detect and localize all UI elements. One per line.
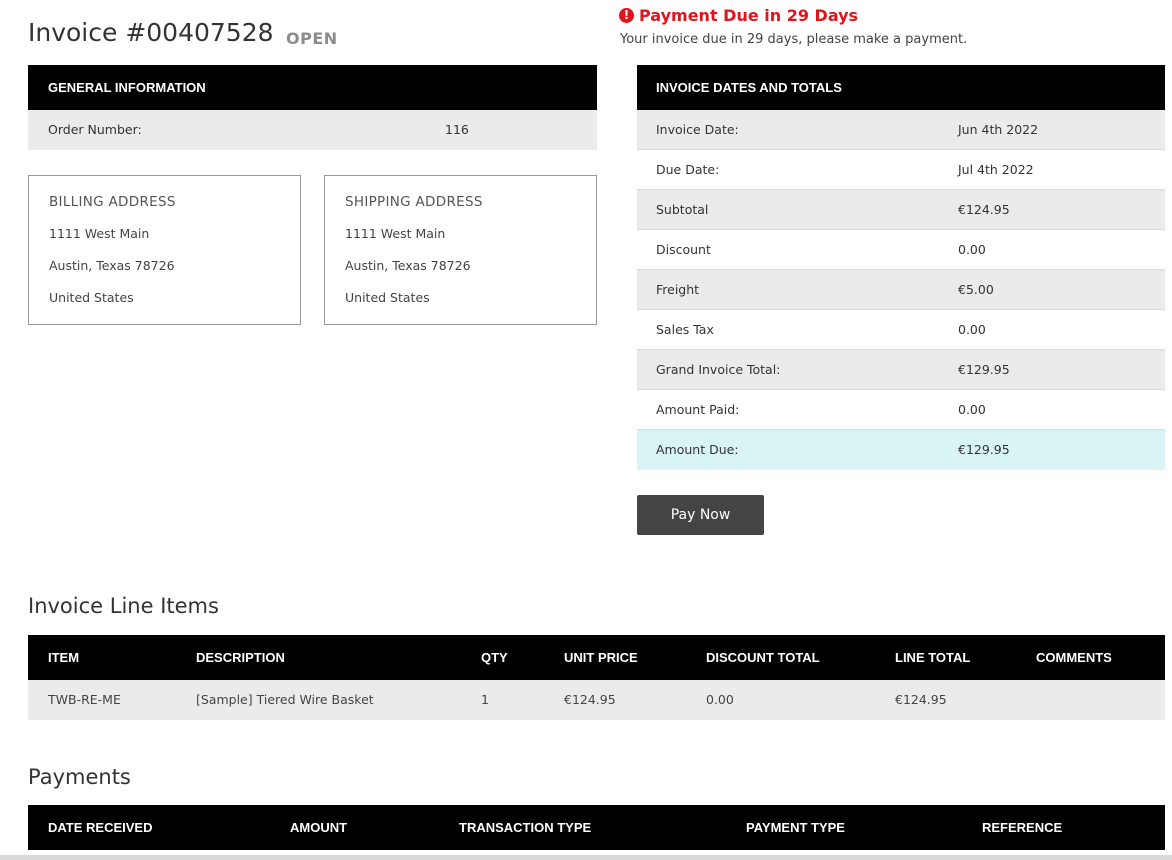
totals-value: 0.00 <box>958 402 986 417</box>
totals-label: Discount <box>656 242 711 257</box>
order-number-label: Order Number: <box>48 122 142 137</box>
totals-value: 0.00 <box>958 322 986 337</box>
payments-title: Payments <box>28 765 131 789</box>
invoice-date-row: Invoice Date: Jun 4th 2022 <box>637 110 1165 150</box>
column-header-item: ITEM <box>48 650 80 665</box>
column-header-discount-total: DISCOUNT TOTAL <box>706 650 820 665</box>
table-row: TWB-RE-ME [Sample] Tiered Wire Basket 1 … <box>28 680 1165 720</box>
column-header-comments: COMMENTS <box>1036 650 1112 665</box>
totals-label: Invoice Date: <box>656 122 739 137</box>
billing-address-line2: Austin, Texas 78726 <box>49 258 175 273</box>
invoice-totals-header: INVOICE DATES AND TOTALS <box>637 65 1165 110</box>
column-header-transaction-type: TRANSACTION TYPE <box>459 820 592 835</box>
billing-address-line3: United States <box>49 290 134 305</box>
shipping-address-heading: SHIPPING ADDRESS <box>345 194 483 210</box>
totals-label: Freight <box>656 282 700 297</box>
shipping-address-line1: 1111 West Main <box>345 226 446 241</box>
order-number-row: Order Number: 116 <box>28 110 597 150</box>
column-header-reference: REFERENCE <box>982 820 1063 835</box>
totals-value: €129.95 <box>958 362 1010 377</box>
payments-header: DATE RECEIVED AMOUNT TRANSACTION TYPE PA… <box>28 805 1165 850</box>
grand-total-row: Grand Invoice Total: €129.95 <box>637 350 1165 390</box>
column-header-payment-type: PAYMENT TYPE <box>746 820 845 835</box>
billing-address-heading: BILLING ADDRESS <box>49 194 176 210</box>
column-header-amount: AMOUNT <box>290 820 348 835</box>
totals-label: Amount Due: <box>656 442 739 457</box>
subtotal-row: Subtotal €124.95 <box>637 190 1165 230</box>
page-title: Invoice #00407528 <box>28 18 274 47</box>
general-information-header: GENERAL INFORMATION <box>28 65 597 110</box>
totals-value: Jun 4th 2022 <box>958 122 1039 137</box>
amount-paid-row: Amount Paid: 0.00 <box>637 390 1165 430</box>
sales-tax-row: Sales Tax 0.00 <box>637 310 1165 350</box>
line-items-header: ITEM DESCRIPTION QTY UNIT PRICE DISCOUNT… <box>28 635 1165 680</box>
column-header-date-received: DATE RECEIVED <box>48 820 153 835</box>
line-items-title: Invoice Line Items <box>28 594 219 618</box>
cell-discount-total: 0.00 <box>706 692 734 707</box>
cell-unit-price: €124.95 <box>564 692 616 707</box>
shipping-address-line2: Austin, Texas 78726 <box>345 258 471 273</box>
pay-now-button[interactable]: Pay Now <box>637 495 764 535</box>
freight-row: Freight €5.00 <box>637 270 1165 310</box>
column-header-description: DESCRIPTION <box>196 650 285 665</box>
cell-item: TWB-RE-ME <box>48 692 121 707</box>
cell-qty: 1 <box>481 692 489 707</box>
totals-label: Sales Tax <box>656 322 714 337</box>
payment-due-alert: ! Payment Due in 29 Days <box>619 6 858 25</box>
due-date-row: Due Date: Jul 4th 2022 <box>637 150 1165 190</box>
cell-line-total: €124.95 <box>895 692 947 707</box>
column-header-qty: QTY <box>481 650 508 665</box>
column-header-line-total: LINE TOTAL <box>895 650 971 665</box>
invoice-totals-table: Invoice Date: Jun 4th 2022 Due Date: Jul… <box>637 110 1165 470</box>
billing-address-line1: 1111 West Main <box>49 226 150 241</box>
totals-label: Amount Paid: <box>656 402 740 417</box>
alert-title: Payment Due in 29 Days <box>639 6 859 25</box>
exclamation-circle-icon: ! <box>619 8 634 23</box>
cell-description: [Sample] Tiered Wire Basket <box>196 692 374 707</box>
totals-label: Subtotal <box>656 202 709 217</box>
totals-value: €5.00 <box>958 282 994 297</box>
totals-label: Grand Invoice Total: <box>656 362 781 377</box>
column-header-unit-price: UNIT PRICE <box>564 650 638 665</box>
alert-message: Your invoice due in 29 days, please make… <box>620 32 968 47</box>
totals-value: €124.95 <box>958 202 1010 217</box>
billing-address-card: BILLING ADDRESS 1111 West Main Austin, T… <box>28 175 301 325</box>
totals-label: Due Date: <box>656 162 720 177</box>
order-number-value: 116 <box>445 122 469 137</box>
totals-value: Jul 4th 2022 <box>958 162 1034 177</box>
status-badge: OPEN <box>286 29 338 48</box>
discount-row: Discount 0.00 <box>637 230 1165 270</box>
amount-due-row: Amount Due: €129.95 <box>637 430 1165 470</box>
shipping-address-line3: United States <box>345 290 430 305</box>
shipping-address-card: SHIPPING ADDRESS 1111 West Main Austin, … <box>324 175 597 325</box>
totals-value: €129.95 <box>958 442 1010 457</box>
horizontal-scrollbar[interactable] <box>0 855 1172 860</box>
totals-value: 0.00 <box>958 242 986 257</box>
